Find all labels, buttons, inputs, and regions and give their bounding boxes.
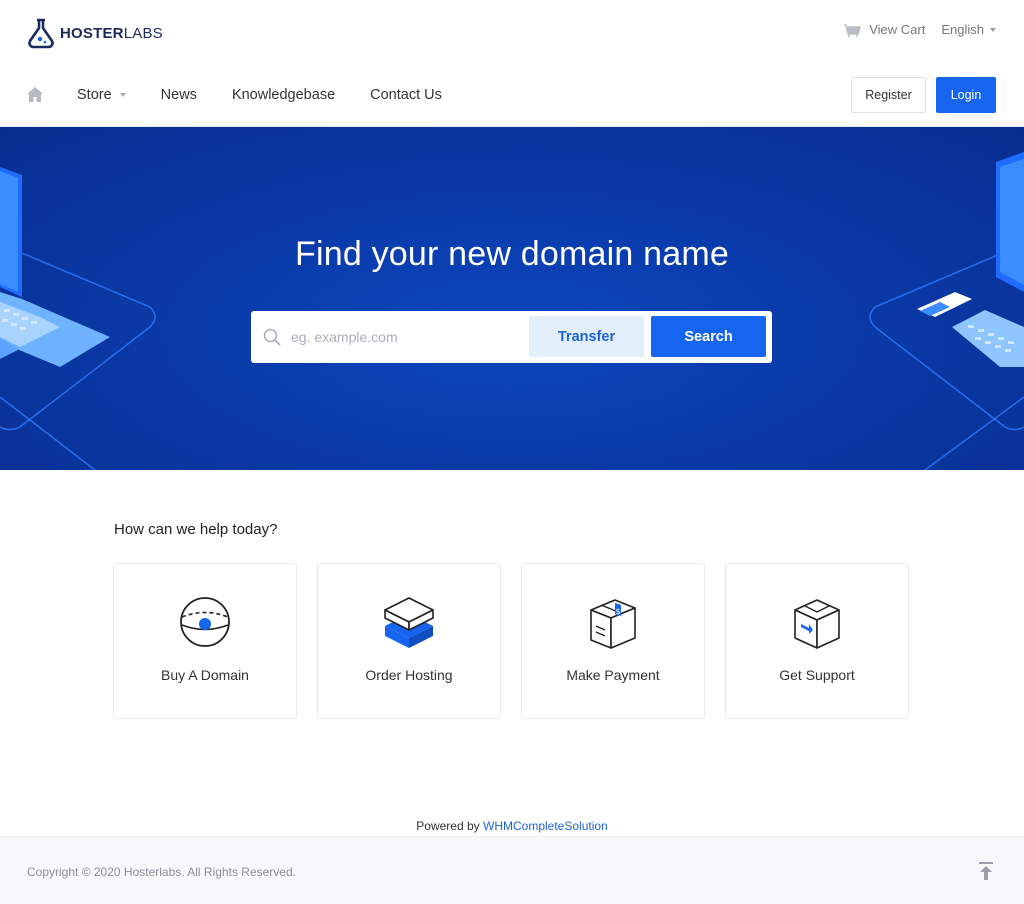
svg-text:$: $ <box>615 607 620 616</box>
transfer-button[interactable]: Transfer <box>529 316 644 357</box>
arrow-up-icon <box>979 862 993 880</box>
language-label: English <box>941 22 984 37</box>
nav-item-label: Knowledgebase <box>231 87 336 103</box>
view-cart-link[interactable]: View Cart <box>843 22 925 37</box>
language-selector[interactable]: English <box>941 22 996 37</box>
back-to-top-button[interactable] <box>976 861 996 886</box>
nav-item-contact-us[interactable]: Contact Us <box>370 87 442 103</box>
domain-search-hero: Find your new domain name Transfer Searc… <box>0 127 1024 470</box>
card-label: Order Hosting <box>365 667 453 683</box>
cart-icon <box>844 23 861 37</box>
nav-item-knowledgebase[interactable]: Knowledgebase <box>232 87 335 103</box>
support-box-icon <box>726 596 908 650</box>
powered-by: Powered by WHMCompleteSolution <box>0 819 1024 833</box>
globe-icon <box>114 596 296 648</box>
brand-name: HOSTERLABS <box>60 24 163 42</box>
nav-item-label: Store <box>77 87 112 103</box>
help-heading: How can we help today? <box>114 521 278 538</box>
nav-item-news[interactable]: News <box>161 87 197 103</box>
domain-search-form: Transfer Search <box>251 311 772 363</box>
view-cart-label: View Cart <box>869 22 926 37</box>
payment-box-icon: $ <box>522 596 704 650</box>
home-link[interactable] <box>26 86 44 108</box>
main-nav: Store News Knowledgebase Contact Us Regi… <box>0 64 1024 127</box>
card-order-hosting[interactable]: Order Hosting <box>317 563 501 719</box>
chevron-down-icon <box>119 93 126 97</box>
domain-search-input[interactable] <box>291 319 526 355</box>
nav-item-label: Contact Us <box>370 87 442 103</box>
card-label: Make Payment <box>566 667 660 683</box>
nav-item-store[interactable]: Store <box>77 87 126 103</box>
home-icon <box>27 87 43 102</box>
chevron-down-icon <box>990 27 996 32</box>
login-button[interactable]: Login <box>936 77 996 113</box>
whmcs-link[interactable]: WHMCompleteSolution <box>483 819 608 833</box>
card-get-support[interactable]: Get Support <box>725 563 909 719</box>
isometric-devices-illustration <box>0 152 1024 470</box>
card-label: Buy A Domain <box>161 667 249 683</box>
copyright-text: Copyright © 2020 Hosterlabs. All Rights … <box>27 865 296 879</box>
card-make-payment[interactable]: $ Make Payment <box>521 563 705 719</box>
hero-title: Find your new domain name <box>294 235 729 273</box>
powered-by-prefix: Powered by <box>416 819 480 833</box>
nav-item-label: News <box>160 87 197 103</box>
register-button[interactable]: Register <box>851 77 926 113</box>
search-icon <box>263 328 281 351</box>
nav-menu: Store News Knowledgebase Contact Us <box>77 87 477 103</box>
card-buy-a-domain[interactable]: Buy A Domain <box>113 563 297 719</box>
card-label: Get Support <box>779 667 855 683</box>
page-footer: Copyright © 2020 Hosterlabs. All Rights … <box>0 836 1024 904</box>
help-cards: Buy A Domain Order Hosting $ Make Paymen… <box>113 563 929 719</box>
top-right-links: View Cart English <box>843 22 996 37</box>
search-button[interactable]: Search <box>651 316 766 357</box>
brand-logo[interactable]: HOSTERLABS <box>26 16 163 50</box>
server-stack-icon <box>318 596 500 650</box>
flask-logo-icon <box>28 18 54 49</box>
top-bar: HOSTERLABS View Cart English <box>0 0 1024 64</box>
